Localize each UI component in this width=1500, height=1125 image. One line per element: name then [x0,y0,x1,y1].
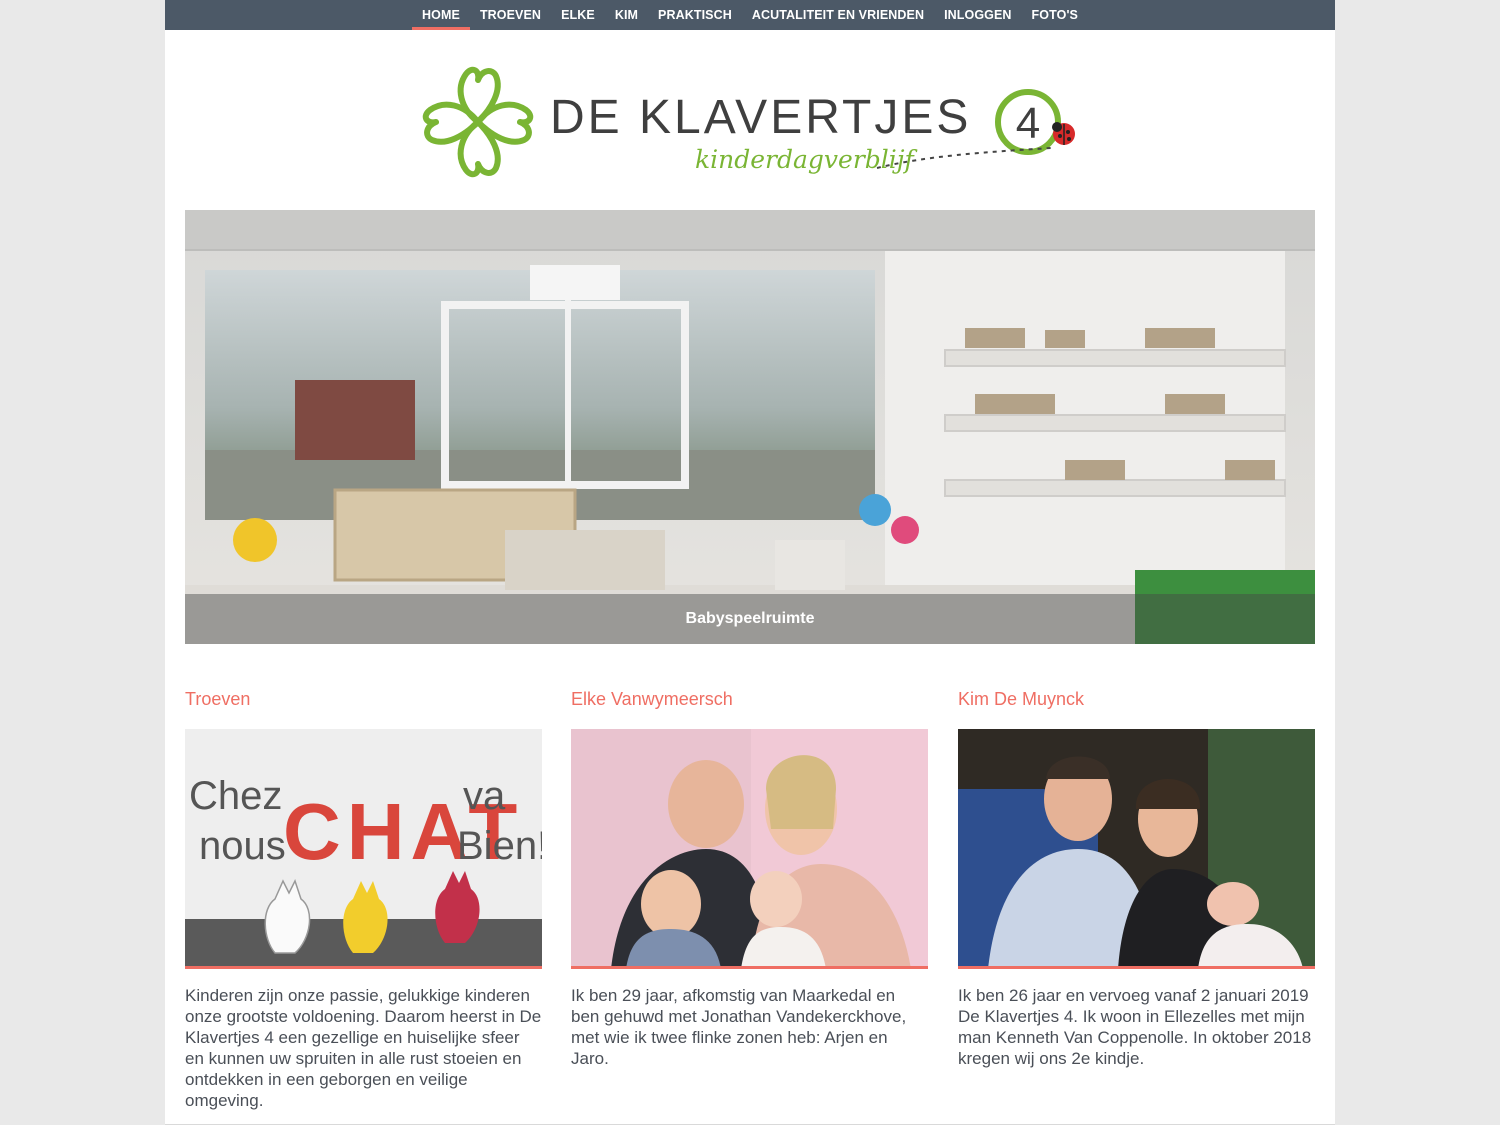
nav-fotos[interactable]: FOTO'S [1022,0,1088,30]
column-text: Kinderen zijn onze passie, gelukkige kin… [185,986,542,1110]
page: HOME TROEVEN ELKE KIM PRAKTISCH ACUTALIT… [165,0,1335,1125]
svg-text:4: 4 [1016,99,1040,148]
elke-photo[interactable] [571,729,928,969]
svg-text:nous: nous [199,824,286,868]
column-heading[interactable]: Troeven [185,685,542,713]
hero-image [185,210,1315,644]
kim-photo[interactable] [958,729,1315,969]
elke-family-photo [571,729,928,966]
svg-text:Bien!: Bien! [457,824,542,868]
nav-inloggen[interactable]: INLOGGEN [934,0,1021,30]
kim-family-photo [958,729,1315,966]
nav-troeven[interactable]: TROEVEN [470,0,551,30]
site-logo[interactable]: DE KLAVERTJES 4 kinderdagverblijf [420,60,1080,190]
svg-text:Chez: Chez [189,774,282,818]
clover-icon [422,66,534,178]
nav-home[interactable]: HOME [412,0,470,30]
column-heading[interactable]: Elke Vanwymeersch [571,685,928,713]
chat-sign-image: Chez nous CHAT va Bien! [185,729,542,966]
nav-praktisch[interactable]: PRAKTISCH [648,0,742,30]
column-kim: Kim De Muynck Ik ben 26 jaar en vervoeg … [958,685,1315,1069]
hero-slideshow[interactable]: Babyspeelruimte [185,210,1315,644]
dotted-trail [876,147,1052,169]
column-text: Ik ben 29 jaar, afkomstig van Maarkedal … [571,986,907,1068]
column-heading[interactable]: Kim De Muynck [958,685,1315,713]
nav-kim[interactable]: KIM [605,0,648,30]
hero-caption: Babyspeelruimte [185,594,1315,644]
column-elke: Elke Vanwymeersch Ik ben 29 jaar, afkoms… [571,685,928,1069]
nav-elke[interactable]: ELKE [551,0,605,30]
troeven-photo[interactable]: Chez nous CHAT va Bien! [185,729,542,969]
top-navigation: HOME TROEVEN ELKE KIM PRAKTISCH ACUTALIT… [165,0,1335,30]
column-troeven: Troeven Chez nous CHAT va Bien! Kinderen… [185,685,542,1111]
logo-title: DE KLAVERTJES [550,91,972,144]
svg-text:va: va [463,774,506,818]
nav-actualiteit[interactable]: ACUTALITEIT EN VRIENDEN [742,0,934,30]
column-text: Ik ben 26 jaar en vervoeg vanaf 2 januar… [958,986,1312,1068]
